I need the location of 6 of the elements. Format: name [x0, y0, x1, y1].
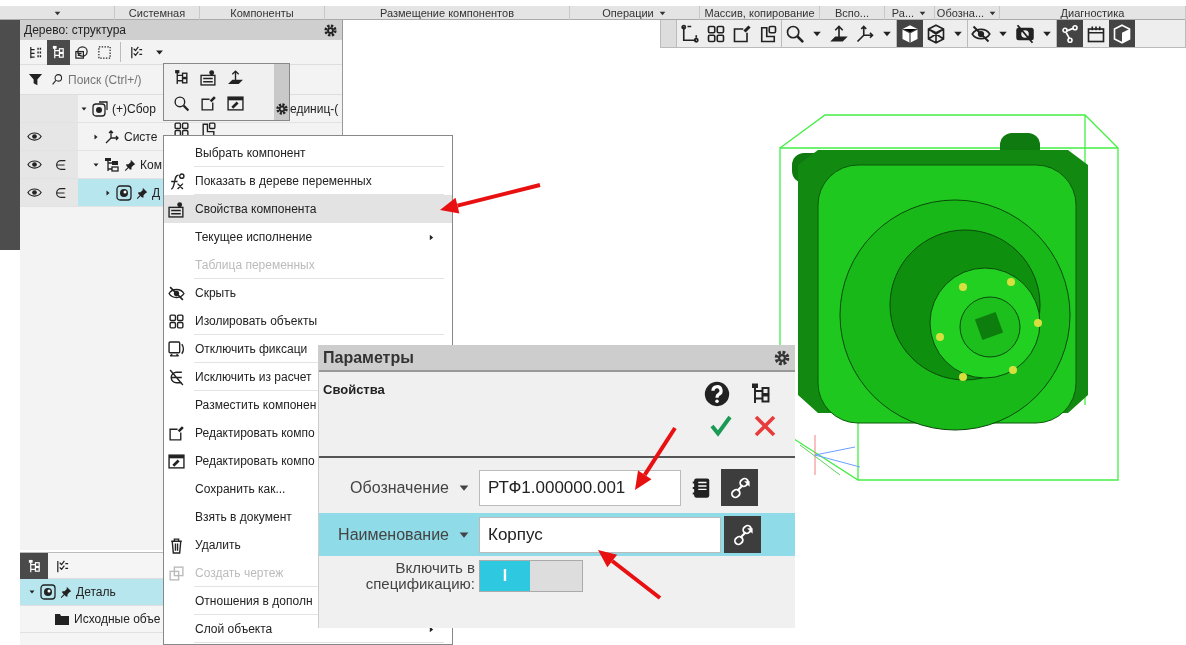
- panel-title: Дерево: структура: [24, 22, 126, 39]
- field-label: Обозначение: [350, 477, 449, 498]
- dialog-title: Параметры: [323, 347, 414, 368]
- section-title: Свойства: [323, 381, 385, 399]
- toggle-label: Включить в спецификацию:: [364, 560, 476, 592]
- field-label: Наименование: [338, 524, 449, 545]
